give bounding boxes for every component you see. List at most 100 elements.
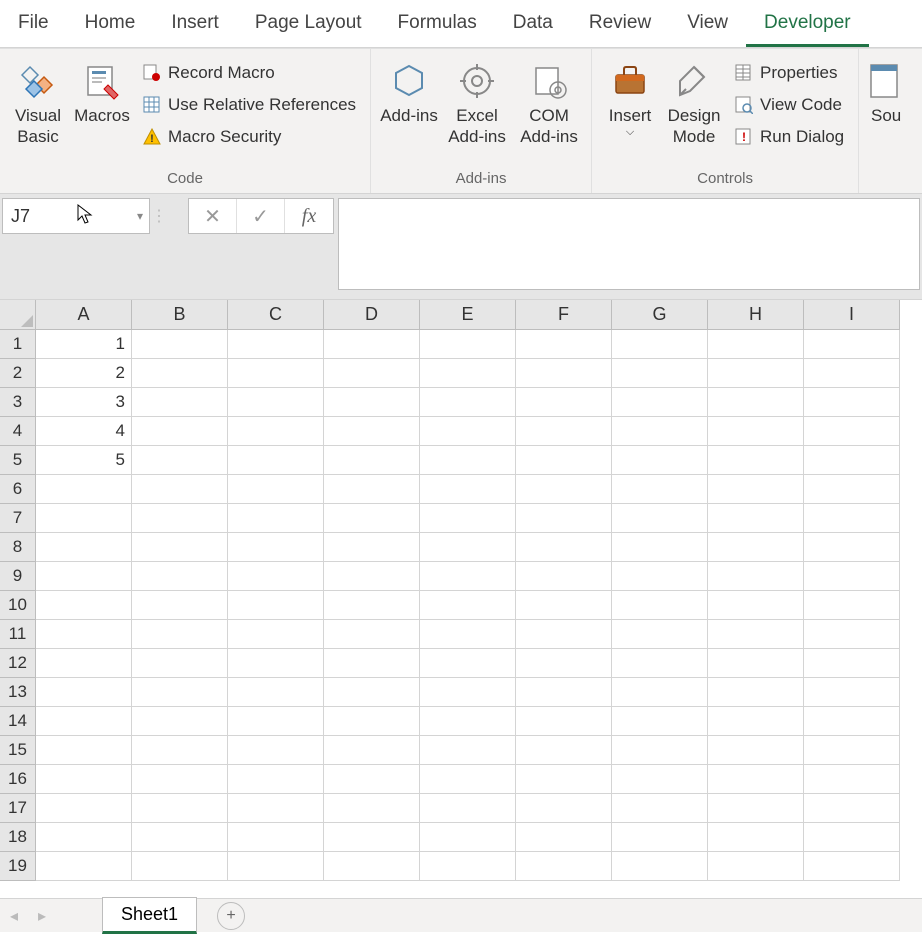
select-all-button[interactable]: [0, 300, 36, 330]
cell[interactable]: [228, 678, 324, 707]
cell[interactable]: [708, 446, 804, 475]
cell[interactable]: [612, 562, 708, 591]
cell[interactable]: [804, 678, 900, 707]
row-header[interactable]: 3: [0, 388, 36, 417]
cell[interactable]: [228, 533, 324, 562]
cell[interactable]: [420, 562, 516, 591]
tab-developer[interactable]: Developer: [746, 2, 869, 47]
cell[interactable]: [132, 620, 228, 649]
cell[interactable]: [228, 823, 324, 852]
cell[interactable]: [420, 446, 516, 475]
cell[interactable]: [132, 707, 228, 736]
cell[interactable]: [516, 388, 612, 417]
row-header[interactable]: 1: [0, 330, 36, 359]
cell[interactable]: [708, 678, 804, 707]
cell[interactable]: [228, 794, 324, 823]
row-header[interactable]: 19: [0, 852, 36, 881]
cell[interactable]: [708, 417, 804, 446]
enter-formula-button[interactable]: ✓: [237, 199, 285, 233]
cell[interactable]: [804, 388, 900, 417]
cell[interactable]: [36, 504, 132, 533]
cell[interactable]: [228, 852, 324, 881]
cell[interactable]: [612, 736, 708, 765]
cell[interactable]: [708, 359, 804, 388]
cell[interactable]: [228, 707, 324, 736]
row-header[interactable]: 10: [0, 591, 36, 620]
cell[interactable]: [804, 330, 900, 359]
cell[interactable]: [36, 852, 132, 881]
row-header[interactable]: 12: [0, 649, 36, 678]
row-header[interactable]: 2: [0, 359, 36, 388]
cell[interactable]: [804, 649, 900, 678]
tab-data[interactable]: Data: [495, 2, 571, 47]
cell[interactable]: [132, 562, 228, 591]
run-dialog-button[interactable]: ! Run Dialog: [730, 125, 848, 149]
cell[interactable]: [420, 388, 516, 417]
cell[interactable]: 4: [36, 417, 132, 446]
cell[interactable]: [132, 736, 228, 765]
cell[interactable]: [804, 504, 900, 533]
cell[interactable]: [612, 330, 708, 359]
tab-review[interactable]: Review: [571, 2, 669, 47]
cell[interactable]: [420, 678, 516, 707]
cell[interactable]: [132, 823, 228, 852]
cell[interactable]: [612, 794, 708, 823]
cell[interactable]: [36, 678, 132, 707]
cell[interactable]: [36, 823, 132, 852]
cell[interactable]: [516, 562, 612, 591]
cell[interactable]: [804, 765, 900, 794]
cell[interactable]: [132, 330, 228, 359]
cell[interactable]: [324, 649, 420, 678]
cell[interactable]: [516, 707, 612, 736]
cell[interactable]: [228, 330, 324, 359]
cell[interactable]: [708, 533, 804, 562]
cell[interactable]: [132, 504, 228, 533]
cell[interactable]: [708, 794, 804, 823]
cell[interactable]: [420, 533, 516, 562]
cell[interactable]: [132, 765, 228, 794]
sheet-nav-next[interactable]: ▸: [28, 899, 56, 933]
cell[interactable]: [612, 359, 708, 388]
cell[interactable]: [804, 562, 900, 591]
cell[interactable]: [708, 649, 804, 678]
cell[interactable]: [324, 736, 420, 765]
cell[interactable]: [804, 620, 900, 649]
cell[interactable]: [612, 388, 708, 417]
cell[interactable]: [36, 736, 132, 765]
cancel-formula-button[interactable]: ✕: [189, 199, 237, 233]
cell[interactable]: [420, 330, 516, 359]
cell[interactable]: [708, 330, 804, 359]
row-header[interactable]: 14: [0, 707, 36, 736]
row-header[interactable]: 4: [0, 417, 36, 446]
cell[interactable]: [804, 794, 900, 823]
column-header[interactable]: G: [612, 300, 708, 330]
cell[interactable]: [612, 823, 708, 852]
cell[interactable]: [804, 446, 900, 475]
cell[interactable]: [708, 707, 804, 736]
column-header[interactable]: A: [36, 300, 132, 330]
tab-file[interactable]: File: [0, 2, 67, 47]
cell[interactable]: [516, 620, 612, 649]
com-addins-button[interactable]: COM Add-ins: [513, 57, 585, 150]
cell[interactable]: [132, 649, 228, 678]
cell[interactable]: [708, 504, 804, 533]
cell[interactable]: [324, 504, 420, 533]
cell[interactable]: [420, 736, 516, 765]
cell[interactable]: [420, 794, 516, 823]
view-code-button[interactable]: View Code: [730, 93, 848, 117]
cell[interactable]: [804, 736, 900, 765]
cell[interactable]: [804, 591, 900, 620]
cell[interactable]: [228, 765, 324, 794]
cell[interactable]: [708, 765, 804, 794]
cell[interactable]: [324, 765, 420, 794]
cell[interactable]: [804, 417, 900, 446]
cell[interactable]: [132, 852, 228, 881]
record-macro-button[interactable]: Record Macro: [138, 61, 360, 85]
cell[interactable]: [324, 823, 420, 852]
cell[interactable]: [324, 359, 420, 388]
cell[interactable]: [324, 562, 420, 591]
chevron-down-icon[interactable]: ▾: [137, 209, 143, 223]
cell[interactable]: [324, 446, 420, 475]
cell[interactable]: [516, 765, 612, 794]
cell[interactable]: [612, 533, 708, 562]
